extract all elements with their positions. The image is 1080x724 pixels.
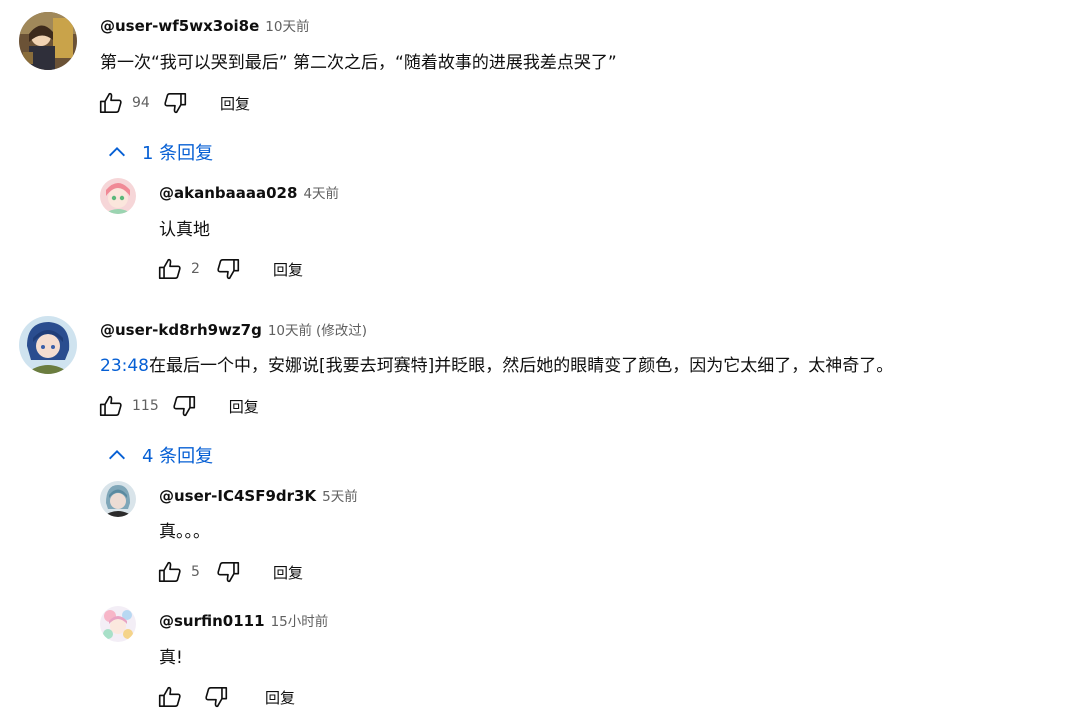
- reply-button[interactable]: 回复: [223, 392, 265, 421]
- like-button[interactable]: [155, 682, 185, 712]
- comment-text: 23:48在最后一个中，安娜说[我要去珂赛特]并眨眼，然后她的眼睛变了颜色，因为…: [100, 351, 893, 376]
- reply-button[interactable]: 回复: [214, 89, 256, 118]
- avatar-icon: [100, 481, 136, 517]
- avatar-icon: [19, 316, 77, 374]
- thumbs-down-icon: [217, 258, 240, 280]
- like-button[interactable]: [96, 391, 126, 421]
- thumbs-up-icon: [158, 258, 181, 280]
- thumbs-up-icon: [158, 561, 181, 583]
- avatar[interactable]: [100, 481, 136, 517]
- comment-text: 第一次“我可以哭到最后” 第二次之后，“随着故事的进展我差点哭了”: [100, 53, 617, 73]
- like-count: 115: [132, 398, 159, 414]
- edited-label: (修改过): [316, 323, 368, 339]
- reply-author[interactable]: @user-IC4SF9dr3K: [159, 487, 316, 505]
- avatar[interactable]: [19, 316, 77, 374]
- avatar-icon: [100, 178, 136, 214]
- video-timestamp-link[interactable]: 23:48: [100, 356, 149, 376]
- thumbs-down-icon: [217, 561, 240, 583]
- reply-text: 真。。。: [159, 522, 210, 542]
- reply-button[interactable]: 回复: [267, 255, 309, 284]
- like-count: 94: [132, 95, 150, 111]
- thumbs-down-icon: [164, 92, 187, 114]
- avatar[interactable]: [100, 178, 136, 214]
- reply-text: 真!: [159, 648, 183, 668]
- replies-count: 4 条回复: [142, 446, 214, 467]
- thumbs-down-icon: [205, 686, 228, 708]
- like-count: 5: [191, 564, 200, 580]
- avatar[interactable]: [19, 12, 77, 70]
- chevron-up-icon: [109, 147, 125, 157]
- dislike-button[interactable]: [169, 391, 199, 421]
- like-count: 2: [191, 261, 200, 277]
- avatar-icon: [100, 606, 136, 642]
- like-button[interactable]: [96, 88, 126, 118]
- reply-text: 认真地: [159, 220, 210, 240]
- like-button[interactable]: [155, 557, 185, 587]
- reply-button[interactable]: 回复: [267, 558, 309, 587]
- replies-toggle[interactable]: 4 条回复: [106, 442, 213, 468]
- comment-author[interactable]: @user-kd8rh9wz7g: [100, 321, 262, 339]
- avatar[interactable]: [100, 606, 136, 642]
- thumbs-up-icon: [158, 686, 181, 708]
- reply-timestamp[interactable]: 4天前: [303, 182, 339, 202]
- dislike-button[interactable]: [201, 682, 231, 712]
- dislike-button[interactable]: [160, 88, 190, 118]
- replies-toggle[interactable]: 1 条回复: [106, 139, 213, 165]
- like-button[interactable]: [155, 254, 185, 284]
- reply-button[interactable]: 回复: [259, 683, 301, 712]
- avatar-icon: [19, 12, 77, 70]
- dislike-button[interactable]: [213, 254, 243, 284]
- thumbs-up-icon: [99, 395, 122, 417]
- replies-count: 1 条回复: [142, 143, 214, 164]
- comment-author[interactable]: @user-wf5wx3oi8e: [100, 17, 259, 35]
- reply-timestamp[interactable]: 5天前: [322, 485, 358, 505]
- reply-timestamp[interactable]: 15小时前: [271, 610, 329, 630]
- comment-timestamp[interactable]: 10天前: [265, 15, 309, 35]
- chevron-up-icon: [109, 450, 125, 460]
- reply-author[interactable]: @surfin0111: [159, 612, 265, 630]
- thumbs-down-icon: [173, 395, 195, 417]
- reply-author[interactable]: @akanbaaaa028: [159, 184, 297, 202]
- comment-text-body: 在最后一个中，安娜说[我要去珂赛特]并眨眼，然后她的眼睛变了颜色，因为它太细了，…: [149, 356, 894, 376]
- dislike-button[interactable]: [213, 557, 243, 587]
- comment-timestamp[interactable]: 10天前: [268, 319, 312, 339]
- thumbs-up-icon: [99, 92, 122, 114]
